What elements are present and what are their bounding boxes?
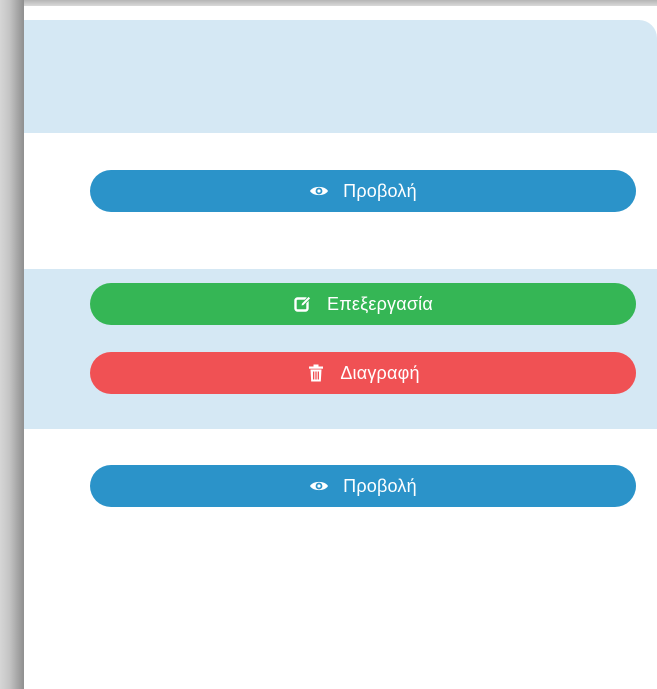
edit-button[interactable]: Επεξεργασία	[90, 283, 636, 325]
view-button[interactable]: Προβολή	[90, 465, 636, 507]
actions-column: Προβολή Επεξεργασία Διαγραφή Προβολή	[24, 6, 657, 689]
table-row-header-band	[24, 20, 657, 133]
delete-button-label: Διαγραφή	[340, 362, 420, 383]
view-button-label: Προβολή	[343, 475, 417, 496]
view-button-label: Προβολή	[343, 180, 417, 201]
edit-button-label: Επεξεργασία	[327, 293, 433, 314]
eye-icon	[309, 476, 329, 496]
frame-left-border	[0, 0, 24, 689]
screenshot-frame: Προβολή Επεξεργασία Διαγραφή Προβολή	[0, 0, 657, 689]
view-button[interactable]: Προβολή	[90, 170, 636, 212]
eye-icon	[309, 181, 329, 201]
trash-icon	[306, 363, 326, 383]
edit-icon	[293, 294, 313, 314]
delete-button[interactable]: Διαγραφή	[90, 352, 636, 394]
